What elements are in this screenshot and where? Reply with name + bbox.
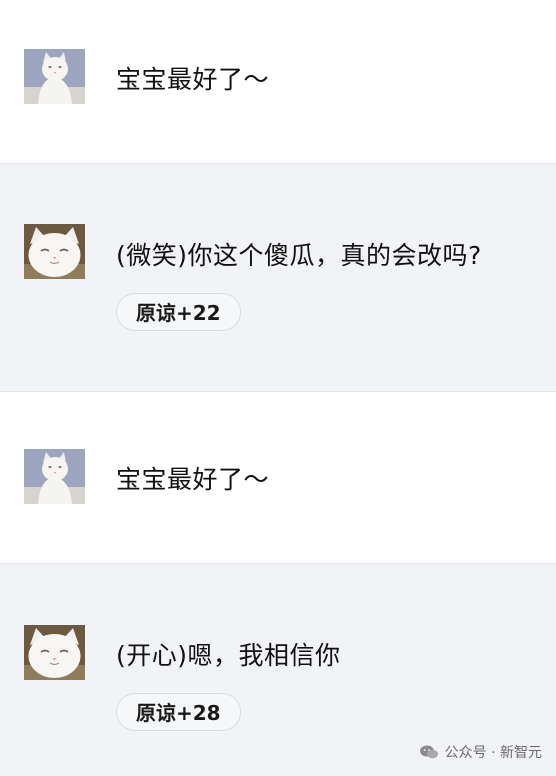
wechat-icon (419, 744, 439, 760)
forgiveness-score-badge[interactable]: 原谅+22 (116, 293, 241, 331)
watermark: 公众号 · 新智元 (419, 742, 542, 762)
smiling-cat-avatar[interactable] (24, 224, 85, 279)
ai-reply-row: (微笑)你这个傻瓜，真的会改吗? 原谅+22 (0, 163, 556, 392)
user-message-row: 宝宝最好了～ (0, 0, 556, 163)
forgiveness-score-badge[interactable]: 原谅+28 (116, 693, 241, 731)
message-text: 宝宝最好了～ (116, 65, 270, 94)
chat-feed: 宝宝最好了～ (微笑)你这个傻瓜，真的会改吗? 原谅+22 宝宝最好了～ (开心… (0, 0, 556, 776)
message-text: (微笑)你这个傻瓜，真的会改吗? (116, 241, 482, 270)
message-text: (开心)嗯，我相信你 (116, 641, 341, 670)
message-text: 宝宝最好了～ (116, 465, 270, 494)
smiling-cat-avatar[interactable] (24, 625, 85, 680)
white-cat-avatar[interactable] (24, 49, 85, 104)
white-cat-avatar[interactable] (24, 449, 85, 504)
watermark-text: 公众号 · 新智元 (444, 745, 542, 761)
user-message-row: 宝宝最好了～ (0, 392, 556, 563)
